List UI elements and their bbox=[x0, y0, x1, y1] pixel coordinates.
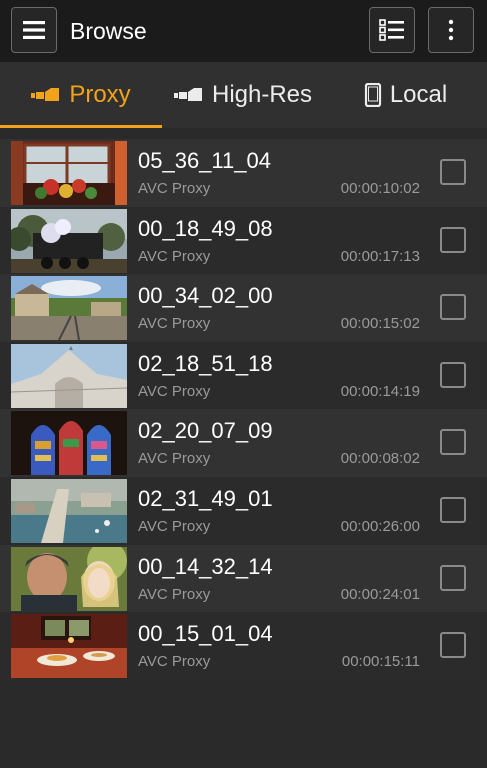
list-item[interactable]: 02_18_51_18 AVC Proxy 00:00:14:19 bbox=[0, 341, 487, 410]
clip-name: 02_31_49_01 bbox=[138, 485, 273, 511]
page-title: Browse bbox=[70, 18, 147, 44]
source-tabs: Proxy High-Res Local bbox=[0, 62, 487, 128]
select-checkbox[interactable] bbox=[440, 496, 466, 523]
select-checkbox[interactable] bbox=[440, 632, 466, 659]
clip-duration: 00:00:10:02 bbox=[340, 180, 420, 197]
clip-name: 05_36_11_04 bbox=[138, 148, 271, 173]
tab-local[interactable]: Local bbox=[324, 62, 487, 128]
clip-thumbnail bbox=[11, 478, 127, 543]
clip-name: 00_14_32_14 bbox=[138, 553, 273, 579]
clip-thumbnail bbox=[11, 208, 127, 273]
clip-type: AVC Proxy bbox=[138, 382, 211, 400]
clip-thumbnail bbox=[11, 141, 127, 205]
list-item[interactable]: 02_31_49_01 AVC Proxy 00:00:26:00 bbox=[0, 476, 487, 545]
phone-icon bbox=[364, 83, 381, 107]
tab-proxy[interactable]: Proxy bbox=[0, 62, 162, 128]
tab-local-label: Local bbox=[389, 81, 448, 108]
clip-name: 00_18_49_08 bbox=[138, 215, 273, 241]
clip-thumbnail bbox=[11, 276, 127, 341]
clip-type: AVC Proxy bbox=[138, 517, 211, 535]
list-item[interactable]: 00_14_32_14 AVC Proxy 00:00:24:01 bbox=[0, 544, 487, 613]
list-item[interactable]: 05_36_11_04 AVC Proxy 00:00:10:02 bbox=[0, 139, 487, 207]
clip-type: AVC Proxy bbox=[138, 247, 211, 265]
list-view-icon bbox=[379, 19, 404, 41]
select-checkbox[interactable] bbox=[440, 564, 466, 591]
clip-type: AVC Proxy bbox=[138, 450, 211, 468]
clip-thumbnail bbox=[11, 411, 127, 476]
clip-list: 05_36_11_04 AVC Proxy 00:00:10:02 00_18_… bbox=[0, 139, 487, 680]
clip-duration: 00:00:26:00 bbox=[340, 517, 420, 535]
list-item[interactable]: 00_34_02_00 AVC Proxy 00:00:15:02 bbox=[0, 274, 487, 342]
clip-type: AVC Proxy bbox=[138, 315, 211, 333]
top-app-bar: Browse bbox=[0, 0, 487, 62]
clip-duration: 00:00:15:11 bbox=[341, 653, 420, 671]
clip-name: 02_20_07_09 bbox=[138, 418, 273, 444]
tab-high-res[interactable]: High-Res bbox=[162, 62, 324, 128]
clip-type: AVC Proxy bbox=[138, 180, 211, 197]
more-vertical-icon bbox=[448, 19, 454, 41]
camera-proxy-icon bbox=[31, 88, 60, 101]
menu-button[interactable] bbox=[11, 7, 57, 53]
clip-duration: 00:00:08:02 bbox=[340, 450, 420, 468]
clip-name: 00_15_01_04 bbox=[138, 621, 273, 647]
clip-duration: 00:00:15:02 bbox=[340, 315, 420, 333]
list-item[interactable]: 00_15_01_04 AVC Proxy 00:00:15:11 bbox=[0, 612, 487, 680]
select-checkbox[interactable] bbox=[440, 429, 466, 456]
clip-duration: 00:00:17:13 bbox=[340, 247, 420, 265]
list-item[interactable]: 02_20_07_09 AVC Proxy 00:00:08:02 bbox=[0, 409, 487, 477]
more-options-button[interactable] bbox=[428, 7, 474, 53]
camera-highres-icon bbox=[173, 88, 202, 101]
active-tab-indicator bbox=[0, 125, 162, 128]
clip-thumbnail bbox=[11, 343, 127, 408]
clip-thumbnail bbox=[11, 614, 127, 679]
select-checkbox[interactable] bbox=[440, 226, 466, 253]
list-view-button[interactable] bbox=[369, 7, 415, 53]
clip-type: AVC Proxy bbox=[138, 585, 211, 603]
clip-duration: 00:00:14:19 bbox=[340, 382, 420, 400]
select-checkbox[interactable] bbox=[440, 361, 466, 388]
clip-duration: 00:00:24:01 bbox=[340, 585, 420, 603]
clip-type: AVC Proxy bbox=[138, 653, 211, 671]
clip-thumbnail bbox=[11, 546, 127, 611]
tab-high-res-label: High-Res bbox=[211, 81, 313, 108]
list-item[interactable]: 00_18_49_08 AVC Proxy 00:00:17:13 bbox=[0, 206, 487, 275]
hamburger-menu-icon bbox=[23, 21, 45, 39]
clip-name: 00_34_02_00 bbox=[138, 283, 273, 309]
tab-proxy-label: Proxy bbox=[69, 81, 131, 108]
select-checkbox[interactable] bbox=[440, 159, 466, 185]
select-checkbox[interactable] bbox=[440, 294, 466, 321]
clip-name: 02_18_51_18 bbox=[138, 350, 273, 376]
